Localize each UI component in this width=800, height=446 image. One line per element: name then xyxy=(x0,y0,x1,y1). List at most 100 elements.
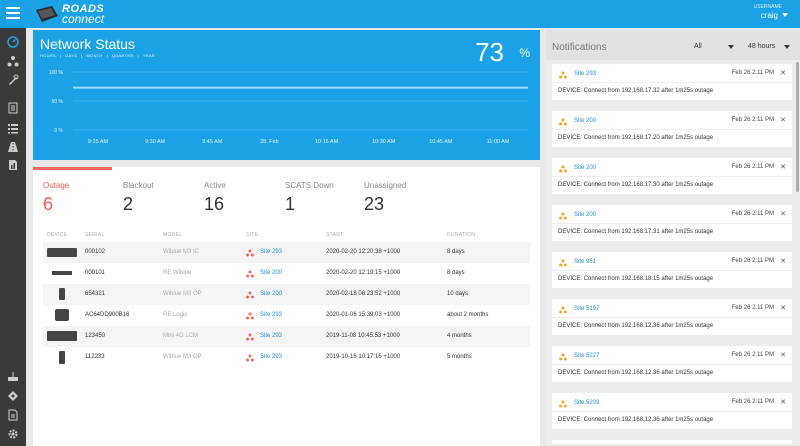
divider xyxy=(552,317,792,318)
table-row[interactable]: 123450 Mini 4G LCM Site 293 2019-11-08 1… xyxy=(43,326,530,347)
serial-cell: 123450 xyxy=(85,333,106,339)
notification-site-link[interactable]: Site 200 xyxy=(574,212,596,218)
active-tab-indicator xyxy=(33,167,112,170)
tools-icon[interactable] xyxy=(7,74,19,86)
device-thumbnail xyxy=(47,331,77,341)
close-icon[interactable]: ✕ xyxy=(780,210,786,218)
notification-message: DEVICE: Connect from 192.168.12.36 after… xyxy=(558,417,714,423)
start-cell: 2020-02-20 12:20:38 +1000 xyxy=(326,249,401,255)
device-thumbnail xyxy=(59,351,65,364)
notification-site-link[interactable]: Site 293 xyxy=(574,71,596,77)
divider xyxy=(552,176,792,177)
chevron-down-icon[interactable] xyxy=(782,13,788,17)
site-link[interactable]: Site 200 xyxy=(260,291,282,297)
device-thumbnail xyxy=(55,309,69,321)
notification-card[interactable]: Site 200 Feb 26 2:11 PM ✕ DEVICE: Connec… xyxy=(552,205,792,241)
notification-card[interactable]: Site 4931 Feb 26 2:11 PM ✕ xyxy=(552,440,792,444)
close-icon[interactable]: ✕ xyxy=(780,398,786,406)
close-icon[interactable]: ✕ xyxy=(780,351,786,359)
close-icon[interactable]: ✕ xyxy=(780,257,786,265)
table-row[interactable]: 654321 Wiblue M3 OP Site 200 2020-02-18 … xyxy=(43,284,530,305)
divider xyxy=(552,411,792,412)
site-link[interactable]: Site 200 xyxy=(260,270,282,276)
notification-card[interactable]: Site 5227 Feb 26 2:11 PM ✕ DEVICE: Conne… xyxy=(552,346,792,382)
user-label: USERNAME xyxy=(753,4,782,10)
notification-card[interactable]: Site 5197 Feb 26 2:11 PM ✕ DEVICE: Conne… xyxy=(552,299,792,335)
list-doc-icon[interactable] xyxy=(7,102,19,114)
column-header-site: SITE xyxy=(246,232,259,238)
notification-card[interactable]: Site 5209 Feb 26 2:11 PM ✕ DEVICE: Conne… xyxy=(552,393,792,429)
table-row[interactable]: 000102 Wiblue M3 IC Site 293 2020-02-20 … xyxy=(43,242,530,263)
divider xyxy=(552,82,792,83)
list-icon[interactable] xyxy=(7,122,19,134)
notification-time: Feb 26 2:11 PM xyxy=(731,117,774,123)
divider xyxy=(552,223,792,224)
road-icon[interactable] xyxy=(7,141,19,153)
x-tick-label: 9:45 AM xyxy=(202,139,223,145)
table-row[interactable]: AC64DD900B16 RE Logic Site 293 2020-01-0… xyxy=(43,305,530,326)
chevron-down-icon[interactable] xyxy=(728,45,734,49)
user-name[interactable]: craig xyxy=(761,11,778,20)
stat-label: Outage xyxy=(43,181,70,190)
warning-icon xyxy=(559,212,567,220)
notification-card[interactable]: Site 951 Feb 26 2:11 PM ✕ DEVICE: Connec… xyxy=(552,252,792,288)
filter-select[interactable]: All xyxy=(694,43,702,50)
duration-cell: 4 months xyxy=(447,333,472,339)
table-row[interactable]: 000101 RE Wiblue Site 200 2020-02-20 12:… xyxy=(43,263,530,284)
notification-card[interactable]: Site 200 Feb 26 2:11 PM ✕ DEVICE: Connec… xyxy=(552,158,792,194)
warning-icon xyxy=(559,400,567,408)
start-cell: 2020-02-18 08:23:52 +1000 xyxy=(326,291,401,297)
serial-cell: 000101 xyxy=(85,270,106,276)
network-status-panel: Network Status HOURS | DAYS | MONTH | QUART… xyxy=(33,30,540,160)
site-link[interactable]: Site 293 xyxy=(260,354,282,360)
notification-message: DEVICE: Connect from 192.168.12.36 after… xyxy=(558,323,714,329)
site-link[interactable]: Site 293 xyxy=(260,249,282,255)
model-cell: RE Logic xyxy=(163,312,188,318)
close-icon[interactable]: ✕ xyxy=(780,69,786,77)
stat-active[interactable]: Active 16 xyxy=(204,181,226,215)
notification-card[interactable]: Site 293 Feb 26 2:11 PM ✕ DEVICE: Connec… xyxy=(552,64,792,100)
warning-icon xyxy=(559,165,567,173)
period-select[interactable]: 48 hours xyxy=(748,43,775,50)
notification-message: DEVICE: Connect from 192.168.12.36 after… xyxy=(558,370,714,376)
notifications-panel: Notifications All 48 hours Site 293 Feb … xyxy=(546,30,800,446)
notification-site-link[interactable]: Site 5197 xyxy=(574,306,599,312)
menu-icon[interactable] xyxy=(6,7,20,19)
close-icon[interactable]: ✕ xyxy=(780,163,786,171)
site-link[interactable]: Site 293 xyxy=(260,312,282,318)
file-icon[interactable] xyxy=(7,409,19,421)
notification-site-link[interactable]: Site 200 xyxy=(574,165,596,171)
notification-card[interactable]: Site 200 Feb 26 2:11 PM ✕ DEVICE: Connec… xyxy=(552,111,792,147)
notification-site-link[interactable]: Site 951 xyxy=(574,259,596,265)
notification-time: Feb 26 2:11 PM xyxy=(731,352,774,358)
y-tick-label: 100 % xyxy=(49,70,64,76)
notification-message: DEVICE: Connect from 192.168.18.15 after… xyxy=(558,276,714,282)
notification-time: Feb 26 2:11 PM xyxy=(731,211,774,217)
stat-outage[interactable]: Outage 6 xyxy=(43,181,69,215)
logo[interactable]: ROADS connect xyxy=(34,3,134,26)
stat-unassigned[interactable]: Unassigned 23 xyxy=(364,181,406,215)
stat-scats-down[interactable]: SCATS Down 1 xyxy=(285,181,334,215)
notification-site-link[interactable]: Site 5227 xyxy=(574,353,599,359)
notification-site-link[interactable]: Site 200 xyxy=(574,118,596,124)
table-row[interactable]: 112233 Wiblue M3 OP Site 293 2019-10-16 … xyxy=(43,347,530,368)
report-icon[interactable] xyxy=(7,159,19,171)
scrollbar[interactable] xyxy=(796,62,799,192)
network-icon[interactable] xyxy=(7,55,19,67)
x-tick-label: 28. Feb xyxy=(260,139,279,145)
site-icon xyxy=(246,291,254,299)
device-icon[interactable] xyxy=(7,371,19,383)
stat-blackout[interactable]: Blackout 2 xyxy=(123,181,154,215)
gear-icon[interactable] xyxy=(7,428,19,440)
column-header-device: DEVICE xyxy=(47,232,68,238)
diamond-icon[interactable] xyxy=(7,390,19,402)
duration-cell: 8 days xyxy=(447,249,465,255)
chevron-down-icon[interactable] xyxy=(784,45,790,49)
site-icon xyxy=(246,312,254,320)
close-icon[interactable]: ✕ xyxy=(780,304,786,312)
close-icon[interactable]: ✕ xyxy=(780,116,786,124)
dashboard-icon[interactable] xyxy=(7,36,19,48)
notification-site-link[interactable]: Site 5209 xyxy=(574,400,599,406)
site-link[interactable]: Site 293 xyxy=(260,333,282,339)
start-cell: 2019-11-08 10:45:53 +1000 xyxy=(326,333,400,339)
